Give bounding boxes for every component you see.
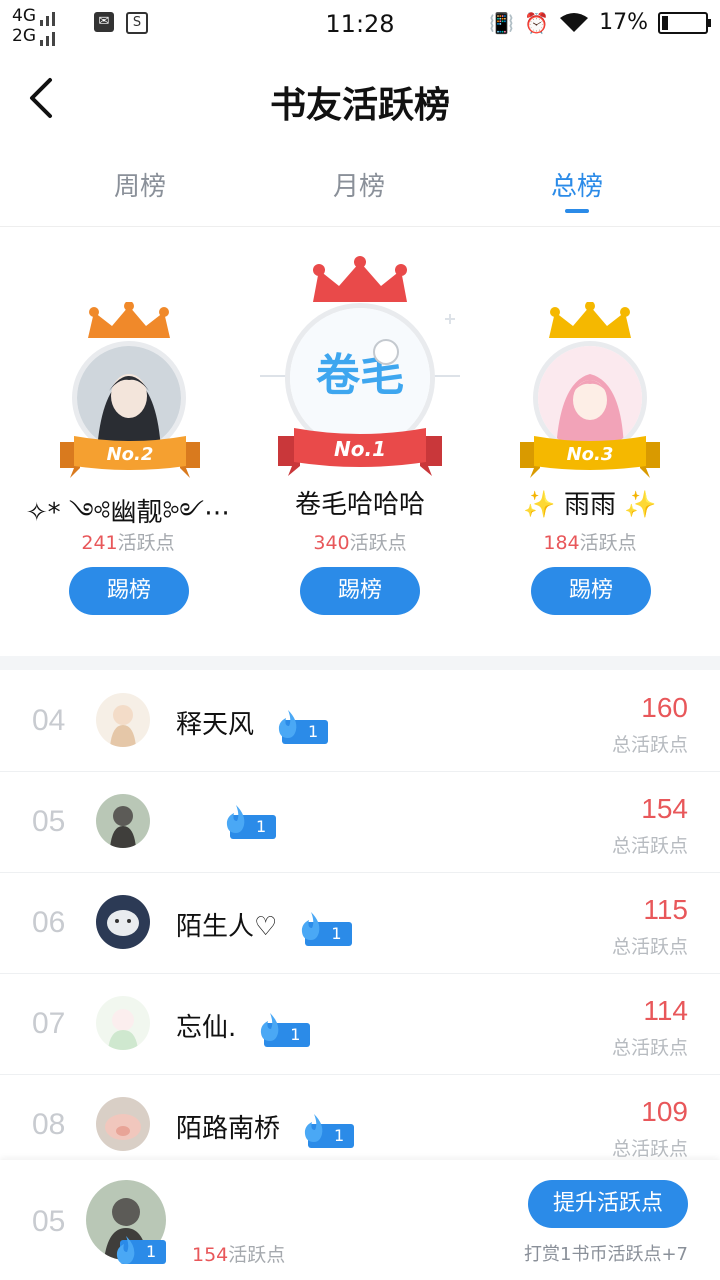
level-badge: 1 — [274, 709, 329, 744]
svg-text:No.1: No.1 — [334, 437, 386, 461]
wifi-icon — [560, 12, 589, 32]
page-title: 书友活跃榜 — [269, 84, 450, 126]
podium-name: ✨ 雨雨 ✨ — [523, 490, 657, 520]
avatar[interactable] — [96, 693, 150, 747]
my-points: 154活跃点 — [192, 1244, 286, 1266]
avatar[interactable] — [96, 996, 150, 1050]
rank-ribbon: No.1 — [278, 428, 442, 476]
flame-icon — [116, 1236, 135, 1264]
user-name: 释天风 — [176, 710, 255, 740]
boost-activity-button[interactable]: 提升活跃点 — [528, 1180, 688, 1228]
score-label: 总活跃点 — [611, 835, 688, 857]
level-badge: 1 — [300, 1113, 355, 1148]
flame-icon — [261, 1012, 279, 1041]
table-row[interactable]: 05 1 154 总活跃点 — [0, 771, 720, 873]
crown-icon — [88, 302, 170, 338]
rank-number: 04 — [32, 704, 66, 737]
user-name: 忘仙. — [176, 1013, 237, 1043]
flame-icon — [226, 804, 245, 833]
alarm-icon: ⏰ — [524, 10, 550, 35]
table-row[interactable]: 06 陌生人♡ 1 115 总活跃点 — [0, 872, 720, 974]
my-rank-bar: 05 1 154活跃点 提升活跃点 打赏1书币活跃点+7 — [0, 1160, 720, 1280]
rank-number: 08 — [32, 1108, 66, 1141]
flame-icon — [304, 1113, 323, 1142]
svg-text:No.3: No.3 — [567, 444, 614, 465]
score-value: 160 — [641, 692, 688, 723]
rank-number: 07 — [32, 1007, 66, 1040]
reward-tip: 打赏1书币活跃点+7 — [524, 1244, 688, 1265]
avatar[interactable] — [96, 794, 150, 848]
level-badge: 1 — [256, 1012, 311, 1047]
rank-ribbon: No.3 — [520, 436, 660, 478]
level-badge: 1 — [297, 911, 352, 946]
tab-weekly[interactable]: 周榜 — [70, 166, 210, 203]
score-value: 109 — [641, 1096, 688, 1127]
active-tab-indicator — [565, 209, 589, 213]
score-label: 总活跃点 — [611, 734, 688, 756]
my-rank-number: 05 — [32, 1205, 66, 1238]
rank-ribbon: No.2 — [60, 436, 200, 478]
user-name: 陌生人♡ — [176, 912, 278, 942]
kick-button[interactable]: 踢榜 — [69, 567, 189, 615]
rank-number: 05 — [32, 805, 66, 838]
crown-icon — [313, 256, 407, 302]
tab-bar: 周榜 月榜 总榜 — [0, 146, 720, 227]
flame-icon — [302, 911, 320, 940]
score-value: 154 — [641, 793, 688, 824]
podium-name: 卷毛哈哈哈 — [294, 490, 425, 520]
avatar[interactable] — [96, 895, 150, 949]
table-row[interactable]: 04 释天风 1 160 总活跃点 — [0, 670, 720, 772]
level-badge: 1 — [112, 1236, 167, 1264]
avatar[interactable] — [96, 1097, 150, 1151]
user-name: 陌路南桥 — [176, 1114, 281, 1144]
battery-icon — [658, 11, 711, 34]
status-bar: 4G 2G ✉ S 11:28 📳 ⏰ 17% — [0, 0, 720, 50]
kick-button[interactable]: 踢榜 — [531, 567, 651, 615]
score-label: 总活跃点 — [611, 1138, 688, 1160]
score-label: 总活跃点 — [611, 936, 688, 958]
level-badge: 1 — [222, 804, 277, 839]
tab-monthly[interactable]: 月榜 — [289, 166, 429, 203]
kick-button[interactable]: 踢榜 — [300, 567, 420, 615]
score-value: 115 — [643, 894, 688, 925]
section-divider — [0, 656, 720, 670]
tab-total[interactable]: 总榜 — [507, 166, 647, 203]
score-value: 114 — [643, 995, 688, 1026]
podium: No.2 ✧* ༺幽靓༻⋯ 241活跃点 踢榜 卷毛 No.1 卷毛哈哈哈 34… — [0, 226, 720, 656]
header: 书友活跃榜 — [0, 50, 720, 146]
score-label: 总活跃点 — [611, 1037, 688, 1059]
rank-number: 06 — [32, 906, 66, 939]
battery-percent: 17% — [599, 10, 648, 35]
flame-icon — [278, 709, 297, 738]
table-row[interactable]: 07 忘仙. 1 114 总活跃点 — [0, 973, 720, 1075]
crown-icon — [549, 302, 631, 338]
svg-text:No.2: No.2 — [107, 444, 154, 465]
vibrate-icon: 📳 — [489, 10, 515, 35]
